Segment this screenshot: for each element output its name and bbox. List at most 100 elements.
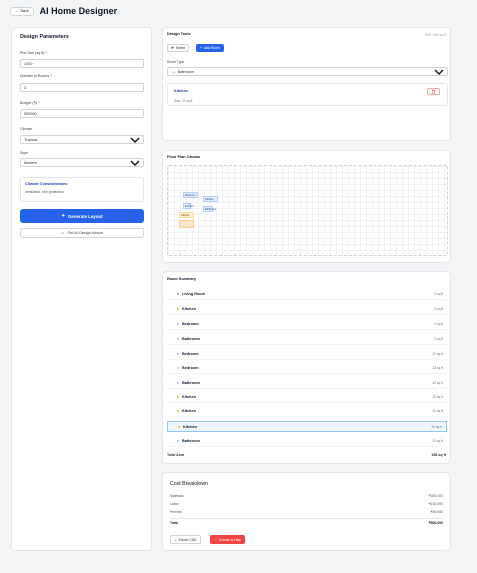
generate-layout-button[interactable]: ✦ Generate Layout	[20, 209, 144, 223]
room-color-dot	[177, 440, 179, 442]
cost-row-labor: Labor ₹150,000	[170, 502, 443, 506]
canvas-room[interactable]: Bathroom	[203, 206, 216, 212]
room-type-select[interactable]: 🛁 Bathroom	[167, 67, 448, 76]
summary-row[interactable]: Bathroom 0 sq ft	[167, 334, 447, 345]
room-type-label: Room Type	[167, 60, 185, 64]
design-tools-title: Design Tools	[167, 32, 191, 36]
summary-room-name: Kitchen	[182, 395, 196, 399]
back-button[interactable]: ← Back	[10, 6, 34, 16]
climate-considerations-text: ventilation, rain protection	[25, 190, 64, 194]
add-room-button[interactable]: + Add Room	[196, 44, 225, 52]
bath-icon: 🛁	[171, 70, 176, 74]
design-tools-panel: Design Tools Plot: 1000 sq ft ✥ Select +…	[162, 27, 451, 141]
room-color-dot	[177, 338, 179, 340]
chevron-down-icon	[434, 69, 444, 75]
rooms-label: Number of Rooms *	[20, 74, 52, 78]
summary-room-area: 22 sq ft	[432, 352, 443, 356]
summary-row[interactable]: Kitchen 0 sq ft	[167, 304, 447, 315]
chevron-down-icon	[130, 160, 140, 166]
summary-room-name: Bathroom	[182, 439, 200, 443]
trash-icon	[432, 89, 435, 94]
delete-room-button[interactable]	[427, 88, 440, 95]
budget-label: Budget (₹) *	[20, 101, 40, 105]
ai-design-advice-button[interactable]: ☼ Get AI Design Advice	[20, 228, 144, 238]
download-icon: ⤓	[175, 537, 177, 542]
cost-row-permits: Permits ₹50,000	[170, 510, 443, 514]
room-color-dot	[177, 323, 179, 325]
selected-room-card: Kitchen Size: 22 sq ft	[167, 83, 448, 106]
summary-row[interactable]: Kitchen 22 sq ft	[167, 392, 447, 403]
summary-row[interactable]: Bathroom 22 sq ft	[167, 436, 447, 447]
summary-room-area: 0 sq ft	[434, 337, 443, 341]
divider	[170, 518, 443, 519]
donate-button[interactable]: ♡ Donate & Help	[210, 535, 246, 544]
canvas-room-placeholder[interactable]	[179, 220, 194, 228]
style-select[interactable]: Modern	[20, 158, 144, 167]
floor-plan-panel: Floor Plan Canvas Bedroom Kitchen Kitche…	[162, 150, 451, 263]
plot-info: Plot: 1000 sq ft	[424, 33, 446, 37]
sparkle-icon: ✦	[61, 213, 66, 218]
design-parameters-title: Design Parameters	[20, 34, 69, 40]
summary-row[interactable]: Bedroom 0 sq ft	[167, 319, 447, 330]
rooms-input[interactable]: 3	[20, 83, 144, 92]
heart-icon: ♡	[214, 537, 218, 542]
summary-room-name: Bedroom	[182, 322, 199, 326]
chevron-down-icon	[130, 137, 140, 143]
summary-room-name: Bedroom	[182, 352, 199, 356]
summary-room-name: Living Room	[182, 292, 205, 296]
summary-row[interactable]: Kitchen 22 sq ft	[167, 406, 447, 417]
summary-room-name: Kitchen	[183, 424, 197, 429]
budget-input[interactable]: 500000	[20, 109, 144, 118]
canvas-room[interactable]: Kitchen	[179, 212, 194, 218]
summary-room-area: 22 sq ft	[432, 381, 443, 385]
room-color-dot	[177, 353, 179, 355]
cost-row-total: Total ₹500,000	[170, 521, 443, 525]
summary-room-area: 22 sq ft	[432, 366, 443, 370]
total-area-label: Total Area	[167, 453, 185, 457]
summary-row[interactable]: Living Room 0 sq ft	[167, 289, 447, 300]
page-header: ← Back AI Home Designer	[10, 5, 117, 17]
design-parameters-panel: Design Parameters Plot Size (sq ft) * 10…	[11, 27, 152, 551]
style-label: Style	[20, 151, 28, 155]
summary-room-area: 0 sq ft	[434, 322, 443, 326]
move-icon: ✥	[171, 46, 174, 50]
room-color-dot	[177, 382, 179, 384]
summary-row[interactable]: Kitchen 22 sq ft	[167, 421, 447, 432]
summary-row[interactable]: Bedroom 22 sq ft	[167, 363, 447, 374]
cost-breakdown-title: Cost Breakdown	[170, 481, 209, 487]
export-cad-button[interactable]: ⤓ Export CAD	[170, 535, 202, 544]
room-color-dot	[177, 396, 179, 398]
room-summary-panel: Room Summary Living Room 0 sq ft Kitchen 0 …	[162, 271, 451, 464]
climate-considerations-title: Climate Considerations	[25, 182, 68, 186]
summary-room-name: Bathroom	[182, 381, 200, 385]
summary-room-name: Kitchen	[182, 409, 196, 413]
summary-room-area: 22 sq ft	[431, 424, 442, 429]
plot-size-input[interactable]: 1000	[20, 59, 144, 68]
climate-select[interactable]: Tropical	[20, 135, 144, 144]
summary-room-area: 0 sq ft	[434, 292, 443, 296]
arrow-left-icon: ←	[15, 9, 19, 13]
room-color-dot	[177, 293, 179, 295]
room-color-dot	[178, 425, 180, 428]
canvas-room[interactable]: Kitchen	[203, 196, 218, 202]
plus-icon: +	[200, 46, 202, 50]
canvas-room[interactable]: Bedroom	[183, 192, 198, 198]
room-color-dot	[177, 308, 179, 310]
floor-plan-canvas[interactable]: Bedroom Kitchen Kitchen Bathroom Kitchen	[167, 165, 448, 256]
select-tool-button[interactable]: ✥ Select	[167, 44, 190, 52]
summary-room-name: Kitchen	[182, 307, 196, 311]
selected-room-name: Kitchen	[174, 89, 188, 93]
lightbulb-icon: ☼	[60, 231, 65, 235]
summary-room-area: 0 sq ft	[434, 307, 443, 311]
canvas-room[interactable]: Kitchen	[183, 203, 194, 209]
summary-row[interactable]: Bedroom 22 sq ft	[167, 349, 447, 360]
summary-room-area: 22 sq ft	[432, 395, 443, 399]
room-color-dot	[177, 367, 179, 369]
cost-breakdown-panel: Cost Breakdown Materials ₹300,000 Labor …	[162, 472, 451, 551]
summary-row[interactable]: Bathroom 22 sq ft	[167, 378, 447, 389]
summary-room-area: 22 sq ft	[432, 409, 443, 413]
room-summary-title: Room Summary	[167, 277, 197, 281]
selected-room-size: Size: 22 sq ft	[174, 99, 193, 103]
room-color-dot	[177, 410, 179, 412]
plot-size-label: Plot Size (sq ft) *	[20, 51, 47, 55]
